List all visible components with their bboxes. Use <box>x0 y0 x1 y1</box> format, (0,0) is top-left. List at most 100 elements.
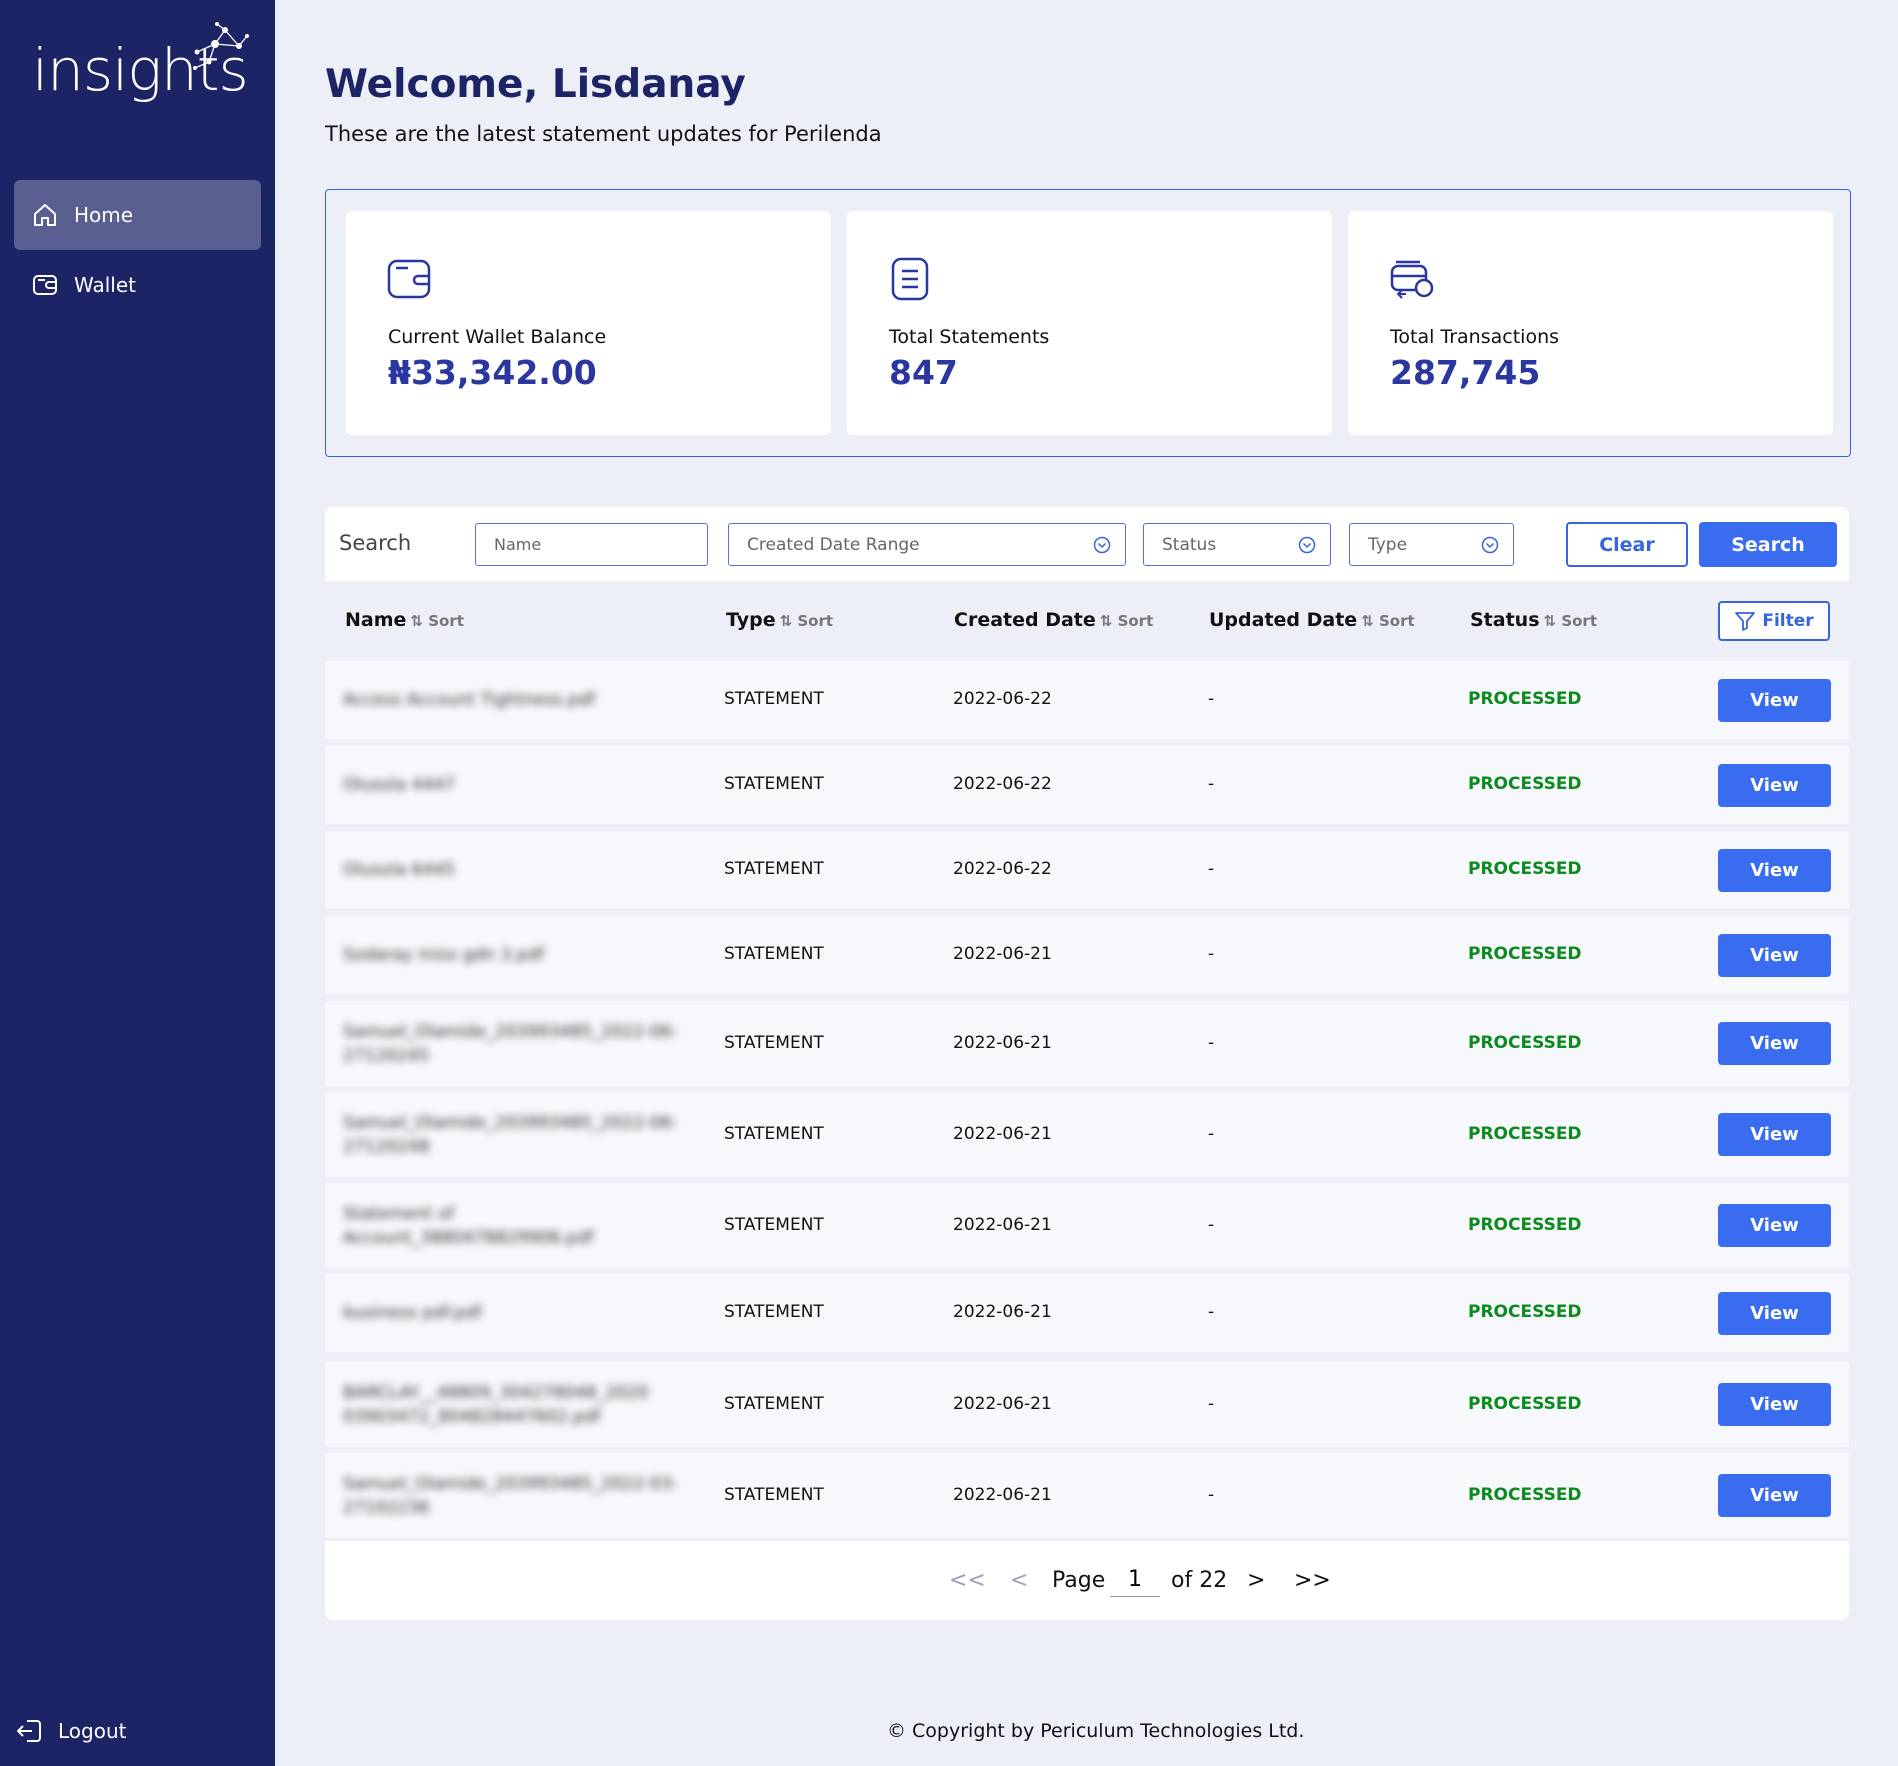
logout-icon <box>14 1716 44 1746</box>
status-select[interactable]: Status <box>1143 523 1331 566</box>
column-label: Type <box>726 609 776 631</box>
stat-value: 287,745 <box>1390 353 1541 392</box>
filter-label: Filter <box>1762 611 1814 631</box>
status-badge: PROCESSED <box>1468 1032 1582 1053</box>
table-row: Sodaray miss gdn 3.pdf STATEMENT 2022-06-2… <box>325 916 1849 994</box>
brand-logo[interactable]: insights <box>32 22 252 112</box>
name-input[interactable] <box>494 535 707 554</box>
view-button[interactable]: View <box>1718 1204 1831 1247</box>
created-date-range-select[interactable]: Created Date Range <box>728 523 1126 566</box>
column-header-name[interactable]: Name ⇅ Sort <box>345 609 464 631</box>
cell-updated-date: - <box>1208 1214 1215 1235</box>
logout-button[interactable]: Logout <box>14 1716 126 1746</box>
column-header-updated-date[interactable]: Updated Date ⇅ Sort <box>1209 609 1415 631</box>
table-row: business pdf.pdf STATEMENT 2022-06-21 - PROC… <box>325 1274 1849 1352</box>
cell-name: BARCLAY__48809_304278048_2020 03903472_8… <box>343 1382 649 1427</box>
table-row: Samuel_Olamide_203993485_2022-06-2712024… <box>325 1092 1849 1177</box>
search-button[interactable]: Search <box>1699 522 1837 567</box>
table-row: Access Account Tightness.pdf STATEMENT 202… <box>325 661 1849 739</box>
column-header-type[interactable]: Type ⇅ Sort <box>726 609 833 631</box>
main-content: Welcome, Lisdanay These are the latest s… <box>275 0 1898 1766</box>
search-bar: Search Created Date Range Status Type Cl… <box>325 507 1849 581</box>
chevron-down-icon <box>1093 536 1111 554</box>
cell-name: Samuel_Olamide_203993485_2022-06-2712024… <box>343 1112 678 1157</box>
column-label: Name <box>345 609 407 631</box>
status-badge: PROCESSED <box>1468 1123 1582 1144</box>
cell-created-date: 2022-06-22 <box>953 774 1052 794</box>
column-header-created-date[interactable]: Created Date ⇅ Sort <box>954 609 1153 631</box>
type-select[interactable]: Type <box>1349 523 1514 566</box>
date-range-placeholder: Created Date Range <box>747 534 920 555</box>
first-page-button[interactable]: << <box>949 1568 986 1593</box>
column-header-status[interactable]: Status ⇅ Sort <box>1470 609 1597 631</box>
stat-value: ₦33,342.00 <box>388 353 597 392</box>
sort-toggle: ⇅ Sort <box>1099 612 1154 630</box>
stat-label: Total Statements <box>889 326 1050 348</box>
cell-updated-date: - <box>1208 1484 1215 1505</box>
view-button[interactable]: View <box>1718 1113 1831 1156</box>
cell-created-date: 2022-06-21 <box>953 1302 1052 1322</box>
status-badge: PROCESSED <box>1468 689 1582 709</box>
page-subtitle: These are the latest statement updates f… <box>325 122 882 146</box>
type-placeholder: Type <box>1368 534 1408 555</box>
cell-name: Statement of Account_3880478829906.pdf <box>343 1203 594 1248</box>
filter-button[interactable]: Filter <box>1718 601 1830 641</box>
sidebar-item-label: Wallet <box>74 273 137 297</box>
view-button[interactable]: View <box>1718 1291 1831 1335</box>
prev-page-button[interactable]: < <box>1010 1568 1028 1593</box>
column-label: Updated Date <box>1209 609 1358 631</box>
clear-button[interactable]: Clear <box>1566 522 1688 567</box>
cell-updated-date: - <box>1208 689 1215 709</box>
cell-created-date: 2022-06-21 <box>953 1214 1052 1235</box>
status-badge: PROCESSED <box>1468 1214 1582 1235</box>
view-button[interactable]: View <box>1718 933 1831 977</box>
cell-name: Samuel_Olamide_203993485_2022-06-2712024… <box>343 1021 678 1066</box>
cell-updated-date: - <box>1208 944 1215 964</box>
view-button[interactable]: View <box>1718 763 1831 807</box>
page-label: Page <box>1052 1568 1106 1593</box>
home-icon <box>30 200 60 230</box>
table-row: BARCLAY__48809_304278048_2020 03903472_8… <box>325 1362 1849 1447</box>
page-total: of 22 <box>1171 1568 1228 1593</box>
cell-updated-date: - <box>1208 1123 1215 1144</box>
cell-created-date: 2022-06-21 <box>953 1123 1052 1144</box>
cell-created-date: 2022-06-21 <box>953 1393 1052 1414</box>
view-button[interactable]: View <box>1718 678 1831 722</box>
stats-panel: Current Wallet Balance ₦33,342.00 Total … <box>325 189 1851 457</box>
wallet-icon <box>30 270 60 300</box>
chevron-down-icon <box>1481 536 1499 554</box>
page-number-input[interactable] <box>1110 1563 1160 1597</box>
stat-card-wallet-balance: Current Wallet Balance ₦33,342.00 <box>346 211 831 435</box>
search-label: Search <box>339 531 412 555</box>
sidebar-item-wallet[interactable]: Wallet <box>14 250 261 320</box>
cell-type: STATEMENT <box>724 1484 824 1505</box>
stat-value: 847 <box>889 353 958 392</box>
view-button[interactable]: View <box>1718 1022 1831 1065</box>
cell-updated-date: - <box>1208 1032 1215 1053</box>
view-button[interactable]: View <box>1718 1474 1831 1517</box>
view-button[interactable]: View <box>1718 848 1831 892</box>
sidebar-item-home[interactable]: Home <box>14 180 261 250</box>
cell-type: STATEMENT <box>724 859 824 879</box>
table-row: Samuel_Olamide_203993485_2022-06-2712024… <box>325 1001 1849 1086</box>
cell-updated-date: - <box>1208 774 1215 794</box>
cell-created-date: 2022-06-22 <box>953 859 1052 879</box>
cell-updated-date: - <box>1208 859 1215 879</box>
table-row: Olusola 4447 STATEMENT 2022-06-22 - PROCESSE… <box>325 746 1849 824</box>
status-badge: PROCESSED <box>1468 859 1582 879</box>
view-button[interactable]: View <box>1718 1383 1831 1426</box>
wallet-icon <box>386 256 432 302</box>
cell-name: business pdf.pdf <box>343 1303 482 1323</box>
cell-name: Olusola 6445 <box>343 860 455 880</box>
stat-card-total-transactions: Total Transactions 287,745 <box>1348 211 1833 435</box>
next-page-button[interactable]: > <box>1247 1568 1265 1593</box>
column-label: Created Date <box>954 609 1096 631</box>
sort-toggle: ⇅ Sort <box>1543 612 1597 630</box>
cell-name: Olusola 4447 <box>343 775 455 795</box>
sidebar: insights Home Wallet Logout <box>0 0 275 1766</box>
status-badge: PROCESSED <box>1468 1484 1582 1505</box>
cell-type: STATEMENT <box>724 1302 824 1322</box>
table-row: Samuel_Olamide_203993485_2022-03-2710223… <box>325 1453 1849 1538</box>
cell-updated-date: - <box>1208 1302 1215 1322</box>
last-page-button[interactable]: >> <box>1294 1568 1331 1593</box>
